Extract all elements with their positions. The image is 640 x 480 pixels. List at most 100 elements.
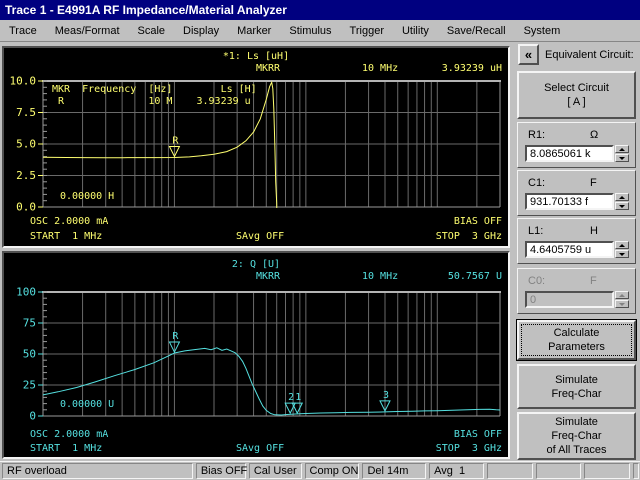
menu-marker[interactable]: Marker xyxy=(228,22,280,40)
menu-stimulus[interactable]: Stimulus xyxy=(280,22,340,40)
window-title: Trace 1 - E4991A RF Impedance/Material A… xyxy=(5,3,287,17)
c0-value-input: 0 xyxy=(525,291,614,308)
status-cal: Cal User xyxy=(249,463,302,479)
c1-spinner[interactable] xyxy=(615,193,629,210)
c0-spinner xyxy=(615,291,629,308)
c0-label: C0: xyxy=(528,275,545,287)
status-empty-cell xyxy=(536,463,582,479)
c0-parameter-group: C0: F 0 xyxy=(517,268,636,314)
c1-label: C1: xyxy=(528,177,545,189)
menu-utility[interactable]: Utility xyxy=(393,22,438,40)
l1-spin-up-icon[interactable] xyxy=(615,241,629,249)
trace1-start-freq: START 1 MHz xyxy=(30,232,102,242)
c0-unit: F xyxy=(590,275,597,287)
sidebar-collapse-button[interactable]: « xyxy=(518,44,539,65)
c1-spin-up-icon[interactable] xyxy=(615,193,629,201)
trace1-reference-label: 0.00000 H xyxy=(60,192,114,202)
svg-text:75: 75 xyxy=(23,317,36,330)
svg-text:2: 2 xyxy=(288,392,294,403)
l1-unit: H xyxy=(590,225,598,237)
r1-label: R1: xyxy=(528,129,545,141)
c1-unit: F xyxy=(590,177,597,189)
menu-trace[interactable]: Trace xyxy=(0,22,46,40)
trace1-marker-table-header: MKR Frequency [Hz] Ls [H] xyxy=(52,85,257,95)
status-comp: Comp ON xyxy=(305,463,360,479)
l1-spin-down-icon[interactable] xyxy=(615,250,629,258)
c1-parameter-group: C1: F 931.70133 f xyxy=(517,170,636,216)
status-empty-cell xyxy=(487,463,533,479)
l1-value-input[interactable]: 4.6405759 u xyxy=(525,241,614,258)
svg-text:0.0: 0.0 xyxy=(16,201,36,214)
trace2-bias-state: BIAS OFF xyxy=(454,430,502,440)
svg-text:1: 1 xyxy=(295,392,301,403)
q-trace-panel: 0 25 50 75 100 R 21 3 2: Q [U] MKRR 10 MHz 50.7… xyxy=(2,251,510,459)
trace2-marker-mode: MKRR xyxy=(256,272,280,282)
status-empty-cell xyxy=(584,463,630,479)
trace1-stop-freq: STOP 3 GHz xyxy=(436,232,502,242)
trace1-marker-mode: MKRR xyxy=(256,64,280,74)
equivalent-circuit-sidebar: « Equivalent Circuit: Select Circuit [ A… xyxy=(512,42,640,461)
c1-spin-down-icon[interactable] xyxy=(615,202,629,210)
menu-meas-format[interactable]: Meas/Format xyxy=(46,22,129,40)
svg-text:R: R xyxy=(172,135,179,146)
svg-text:7.5: 7.5 xyxy=(16,106,36,119)
c1-value-input[interactable]: 931.70133 f xyxy=(525,193,614,210)
svg-text:50: 50 xyxy=(23,348,36,361)
svg-text:100: 100 xyxy=(16,286,36,299)
c0-spin-up-icon xyxy=(615,291,629,299)
trace1-osc-level: OSC 2.0000 mA xyxy=(30,217,108,227)
menu-save-recall[interactable]: Save/Recall xyxy=(438,22,515,40)
simulate-freq-char-button[interactable]: Simulate Freq-Char xyxy=(517,364,636,409)
trace1-marker-table-row: R 10 M 3.93239 u xyxy=(52,97,251,107)
r1-unit: Ω xyxy=(590,129,598,141)
trace1-title: *1: Ls [uH] xyxy=(4,52,508,62)
trace2-title: 2: Q [U] xyxy=(4,260,508,270)
trace1-savg-state: SAvg OFF xyxy=(236,232,284,242)
status-delay: Del 14m xyxy=(362,463,426,479)
svg-text:0: 0 xyxy=(29,410,36,423)
r1-spin-down-icon[interactable] xyxy=(615,154,629,162)
title-bar: Trace 1 - E4991A RF Impedance/Material A… xyxy=(0,0,640,20)
l1-spinner[interactable] xyxy=(615,241,629,258)
status-message: RF overload xyxy=(2,463,193,479)
svg-text:R: R xyxy=(172,331,179,342)
l1-label: L1: xyxy=(528,225,543,237)
status-bar: RF overload Bias OFF Cal User Comp ON De… xyxy=(0,461,640,480)
simulate-freq-char-all-traces-button[interactable]: Simulate Freq-Char of All Traces xyxy=(517,412,636,460)
menu-bar: Trace Meas/Format Scale Display Marker S… xyxy=(0,20,640,42)
e4991a-analyzer-window: Trace 1 - E4991A RF Impedance/Material A… xyxy=(0,0,640,480)
trace2-stop-freq: STOP 3 GHz xyxy=(436,444,502,454)
l1-parameter-group: L1: H 4.6405759 u xyxy=(517,218,636,264)
status-bias: Bias OFF xyxy=(196,463,246,479)
trace2-marker-value: 50.7567 U xyxy=(448,272,502,282)
status-empty-cell xyxy=(633,463,639,479)
status-avg: Avg 1 xyxy=(429,463,484,479)
c0-spin-down-icon xyxy=(615,300,629,308)
trace2-osc-level: OSC 2.0000 mA xyxy=(30,430,108,440)
r1-spinner[interactable] xyxy=(615,145,629,162)
svg-text:2.5: 2.5 xyxy=(16,169,36,182)
r1-value-input[interactable]: 8.0865061 k xyxy=(525,145,614,162)
menu-display[interactable]: Display xyxy=(174,22,228,40)
trace1-marker-freq: 10 MHz xyxy=(362,64,398,74)
r1-parameter-group: R1: Ω 8.0865061 k xyxy=(517,122,636,168)
sidebar-title: Equivalent Circuit: xyxy=(545,49,634,61)
r1-spin-up-icon[interactable] xyxy=(615,145,629,153)
ls-trace-panel: 0.0 2.5 5.0 7.5 10.0 R *1: Ls [uH] MKRR 10 MH… xyxy=(2,46,510,248)
menu-scale[interactable]: Scale xyxy=(129,22,175,40)
trace2-savg-state: SAvg OFF xyxy=(236,444,284,454)
trace1-bias-state: BIAS OFF xyxy=(454,217,502,227)
svg-text:25: 25 xyxy=(23,379,36,392)
trace2-marker-freq: 10 MHz xyxy=(362,272,398,282)
calculate-parameters-button[interactable]: Calculate Parameters xyxy=(517,320,636,360)
trace1-marker-value: 3.93239 uH xyxy=(442,64,502,74)
svg-text:10.0: 10.0 xyxy=(10,75,37,88)
menu-system[interactable]: System xyxy=(515,22,570,40)
trace2-reference-label: 0.00000 U xyxy=(60,400,114,410)
svg-text:3: 3 xyxy=(383,390,389,401)
select-circuit-button[interactable]: Select Circuit [ A ] xyxy=(517,71,636,119)
trace2-start-freq: START 1 MHz xyxy=(30,444,102,454)
svg-text:5.0: 5.0 xyxy=(16,138,36,151)
q-trace-plot: 0 25 50 75 100 R 21 3 xyxy=(4,253,508,457)
menu-trigger[interactable]: Trigger xyxy=(341,22,393,40)
